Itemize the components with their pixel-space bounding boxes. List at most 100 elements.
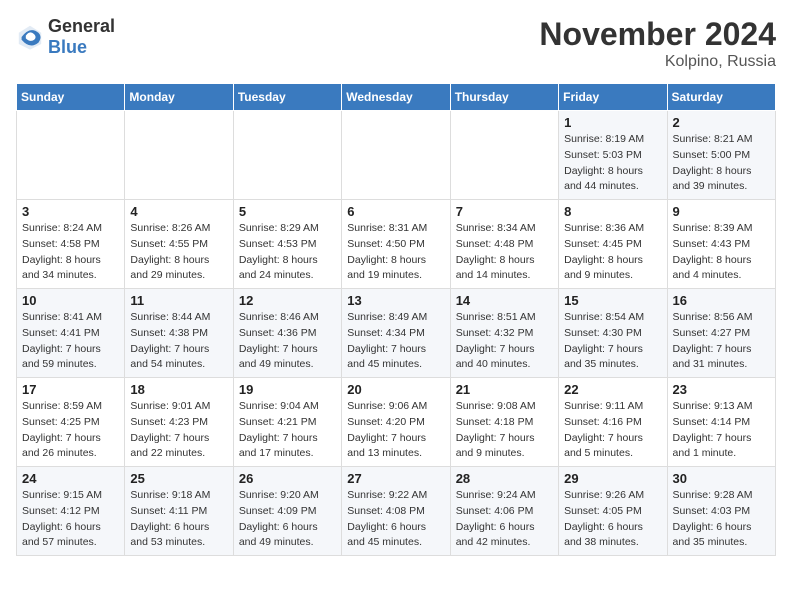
day-number: 8 <box>564 204 661 219</box>
weekday-header-row: SundayMondayTuesdayWednesdayThursdayFrid… <box>17 84 776 111</box>
day-info: Sunrise: 9:28 AM Sunset: 4:03 PM Dayligh… <box>673 488 770 551</box>
calendar-day-23: 23 Sunrise: 9:13 AM Sunset: 4:14 PM Dayli… <box>667 378 775 467</box>
empty-day-cell <box>342 111 450 200</box>
weekday-header-thursday: Thursday <box>450 84 558 111</box>
logo-general-text: General <box>48 16 115 37</box>
calendar-day-25: 25 Sunrise: 9:18 AM Sunset: 4:11 PM Dayli… <box>125 467 233 556</box>
empty-day-cell <box>233 111 341 200</box>
calendar-day-19: 19 Sunrise: 9:04 AM Sunset: 4:21 PM Dayli… <box>233 378 341 467</box>
day-info: Sunrise: 9:18 AM Sunset: 4:11 PM Dayligh… <box>130 488 227 551</box>
calendar-day-20: 20Sunrise: 9:06 AM Sunset: 4:20 PM Dayli… <box>342 378 450 467</box>
weekday-header-tuesday: Tuesday <box>233 84 341 111</box>
day-number: 15 <box>564 293 661 308</box>
page-header: General Blue November 2024 Kolpino, Russ… <box>16 16 776 71</box>
calendar-day-5: 5 Sunrise: 8:29 AM Sunset: 4:53 PM Daylig… <box>233 200 341 289</box>
calendar-week-row: 24Sunrise: 9:15 AM Sunset: 4:12 PM Dayli… <box>17 467 776 556</box>
logo: General Blue <box>16 16 115 58</box>
day-info: Sunrise: 9:15 AM Sunset: 4:12 PM Dayligh… <box>22 488 119 551</box>
day-info: Sunrise: 8:56 AM Sunset: 4:27 PM Dayligh… <box>673 310 770 373</box>
day-info: Sunrise: 8:44 AM Sunset: 4:38 PM Dayligh… <box>130 310 227 373</box>
day-info: Sunrise: 8:34 AM Sunset: 4:48 PM Dayligh… <box>456 221 553 284</box>
calendar-table: SundayMondayTuesdayWednesdayThursdayFrid… <box>16 83 776 556</box>
logo-blue-text: Blue <box>48 37 87 57</box>
day-info: Sunrise: 8:29 AM Sunset: 4:53 PM Dayligh… <box>239 221 336 284</box>
day-number: 28 <box>456 471 553 486</box>
day-number: 19 <box>239 382 336 397</box>
calendar-day-28: 28 Sunrise: 9:24 AM Sunset: 4:06 PM Dayli… <box>450 467 558 556</box>
day-number: 17 <box>22 382 119 397</box>
day-info: Sunrise: 9:08 AM Sunset: 4:18 PM Dayligh… <box>456 399 553 462</box>
calendar-day-6: 6 Sunrise: 8:31 AM Sunset: 4:50 PM Daylig… <box>342 200 450 289</box>
day-number: 10 <box>22 293 119 308</box>
day-info: Sunrise: 9:04 AM Sunset: 4:21 PM Dayligh… <box>239 399 336 462</box>
calendar-day-1: 1 Sunrise: 8:19 AM Sunset: 5:03 PM Daylig… <box>559 111 667 200</box>
calendar-day-21: 21Sunrise: 9:08 AM Sunset: 4:18 PM Dayli… <box>450 378 558 467</box>
calendar-day-14: 14 Sunrise: 8:51 AM Sunset: 4:32 PM Dayli… <box>450 289 558 378</box>
calendar-day-2: 2Sunrise: 8:21 AM Sunset: 5:00 PM Daylig… <box>667 111 775 200</box>
weekday-header-wednesday: Wednesday <box>342 84 450 111</box>
day-info: Sunrise: 8:31 AM Sunset: 4:50 PM Dayligh… <box>347 221 444 284</box>
day-info: Sunrise: 8:21 AM Sunset: 5:00 PM Dayligh… <box>673 132 770 195</box>
day-info: Sunrise: 8:19 AM Sunset: 5:03 PM Dayligh… <box>564 132 661 195</box>
calendar-week-row: 1 Sunrise: 8:19 AM Sunset: 5:03 PM Daylig… <box>17 111 776 200</box>
day-info: Sunrise: 8:51 AM Sunset: 4:32 PM Dayligh… <box>456 310 553 373</box>
calendar-day-17: 17 Sunrise: 8:59 AM Sunset: 4:25 PM Dayli… <box>17 378 125 467</box>
empty-day-cell <box>450 111 558 200</box>
calendar-day-13: 13 Sunrise: 8:49 AM Sunset: 4:34 PM Dayli… <box>342 289 450 378</box>
calendar-day-4: 4 Sunrise: 8:26 AM Sunset: 4:55 PM Daylig… <box>125 200 233 289</box>
location-title: Kolpino, Russia <box>539 53 776 71</box>
day-number: 7 <box>456 204 553 219</box>
day-number: 1 <box>564 115 661 130</box>
weekday-header-saturday: Saturday <box>667 84 775 111</box>
day-number: 16 <box>673 293 770 308</box>
day-info: Sunrise: 9:22 AM Sunset: 4:08 PM Dayligh… <box>347 488 444 551</box>
calendar-week-row: 10 Sunrise: 8:41 AM Sunset: 4:41 PM Dayli… <box>17 289 776 378</box>
day-info: Sunrise: 9:13 AM Sunset: 4:14 PM Dayligh… <box>673 399 770 462</box>
day-info: Sunrise: 8:26 AM Sunset: 4:55 PM Dayligh… <box>130 221 227 284</box>
day-number: 20 <box>347 382 444 397</box>
day-number: 29 <box>564 471 661 486</box>
calendar-day-24: 24Sunrise: 9:15 AM Sunset: 4:12 PM Dayli… <box>17 467 125 556</box>
day-info: Sunrise: 8:41 AM Sunset: 4:41 PM Dayligh… <box>22 310 119 373</box>
day-info: Sunrise: 9:26 AM Sunset: 4:05 PM Dayligh… <box>564 488 661 551</box>
day-number: 14 <box>456 293 553 308</box>
day-number: 11 <box>130 293 227 308</box>
calendar-day-22: 22 Sunrise: 9:11 AM Sunset: 4:16 PM Dayli… <box>559 378 667 467</box>
day-info: Sunrise: 8:59 AM Sunset: 4:25 PM Dayligh… <box>22 399 119 462</box>
calendar-day-11: 11 Sunrise: 8:44 AM Sunset: 4:38 PM Dayli… <box>125 289 233 378</box>
month-title: November 2024 <box>539 16 776 53</box>
title-block: November 2024 Kolpino, Russia <box>539 16 776 71</box>
day-number: 30 <box>673 471 770 486</box>
day-info: Sunrise: 8:39 AM Sunset: 4:43 PM Dayligh… <box>673 221 770 284</box>
day-number: 13 <box>347 293 444 308</box>
day-number: 25 <box>130 471 227 486</box>
day-number: 3 <box>22 204 119 219</box>
day-number: 6 <box>347 204 444 219</box>
day-number: 5 <box>239 204 336 219</box>
weekday-header-sunday: Sunday <box>17 84 125 111</box>
day-info: Sunrise: 9:20 AM Sunset: 4:09 PM Dayligh… <box>239 488 336 551</box>
day-number: 4 <box>130 204 227 219</box>
day-number: 12 <box>239 293 336 308</box>
day-info: Sunrise: 9:01 AM Sunset: 4:23 PM Dayligh… <box>130 399 227 462</box>
day-info: Sunrise: 9:24 AM Sunset: 4:06 PM Dayligh… <box>456 488 553 551</box>
day-number: 23 <box>673 382 770 397</box>
weekday-header-monday: Monday <box>125 84 233 111</box>
day-number: 26 <box>239 471 336 486</box>
calendar-day-9: 9 Sunrise: 8:39 AM Sunset: 4:43 PM Daylig… <box>667 200 775 289</box>
calendar-day-7: 7 Sunrise: 8:34 AM Sunset: 4:48 PM Daylig… <box>450 200 558 289</box>
calendar-week-row: 3 Sunrise: 8:24 AM Sunset: 4:58 PM Daylig… <box>17 200 776 289</box>
weekday-header-friday: Friday <box>559 84 667 111</box>
day-number: 9 <box>673 204 770 219</box>
day-info: Sunrise: 8:49 AM Sunset: 4:34 PM Dayligh… <box>347 310 444 373</box>
calendar-day-15: 15Sunrise: 8:54 AM Sunset: 4:30 PM Dayli… <box>559 289 667 378</box>
calendar-week-row: 17 Sunrise: 8:59 AM Sunset: 4:25 PM Dayli… <box>17 378 776 467</box>
day-number: 22 <box>564 382 661 397</box>
day-info: Sunrise: 8:24 AM Sunset: 4:58 PM Dayligh… <box>22 221 119 284</box>
calendar-day-12: 12Sunrise: 8:46 AM Sunset: 4:36 PM Dayli… <box>233 289 341 378</box>
empty-day-cell <box>125 111 233 200</box>
day-number: 27 <box>347 471 444 486</box>
day-info: Sunrise: 9:11 AM Sunset: 4:16 PM Dayligh… <box>564 399 661 462</box>
calendar-day-26: 26 Sunrise: 9:20 AM Sunset: 4:09 PM Dayli… <box>233 467 341 556</box>
calendar-day-16: 16 Sunrise: 8:56 AM Sunset: 4:27 PM Dayli… <box>667 289 775 378</box>
